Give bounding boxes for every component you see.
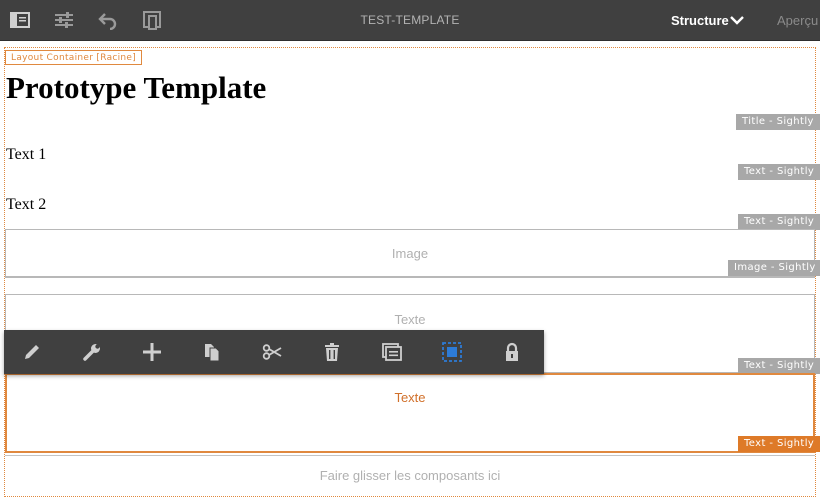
- root-container-label: Layout Container [Racine]: [5, 50, 143, 65]
- page-title[interactable]: Prototype Template: [6, 70, 266, 106]
- text-component-1[interactable]: Text 1: [6, 146, 46, 164]
- chevron-down-icon[interactable]: [729, 14, 745, 26]
- configure-icon[interactable]: [82, 342, 102, 362]
- mode-selector[interactable]: Structure: [671, 13, 729, 28]
- lock-icon[interactable]: [502, 342, 522, 362]
- texte-placeholder-1: Texte: [394, 312, 426, 327]
- texte-component-tag-1: Text - Sightly: [738, 358, 820, 374]
- edit-icon[interactable]: [22, 342, 42, 362]
- cut-icon[interactable]: [262, 342, 282, 362]
- delete-icon[interactable]: [322, 342, 342, 362]
- copy-icon[interactable]: [202, 342, 222, 362]
- drop-zone-divider: [5, 455, 815, 456]
- texte-component-tag-2: Text - Sightly: [738, 436, 820, 452]
- editor-top-bar: TEST-TEMPLATE Structure Aperçu: [0, 0, 820, 41]
- image-placeholder: Image: [391, 246, 429, 261]
- drop-zone-placeholder[interactable]: Faire glisser les composants ici: [5, 468, 815, 483]
- text-component-2[interactable]: Text 2: [6, 196, 46, 214]
- preview-button[interactable]: Aperçu: [777, 13, 818, 28]
- insert-icon[interactable]: [142, 342, 162, 362]
- title-component-tag: Title - Sightly: [736, 114, 820, 130]
- component-edit-toolbar: [4, 330, 544, 374]
- text-component-tag-1: Text - Sightly: [738, 164, 820, 180]
- texte-component-2-selected[interactable]: [5, 373, 815, 453]
- group-icon[interactable]: [382, 342, 402, 362]
- texte-placeholder-2: Texte: [394, 390, 426, 405]
- image-component-tag: Image - Sightly: [728, 260, 820, 276]
- layout-icon[interactable]: [442, 342, 462, 362]
- text-component-tag-2: Text - Sightly: [738, 214, 820, 230]
